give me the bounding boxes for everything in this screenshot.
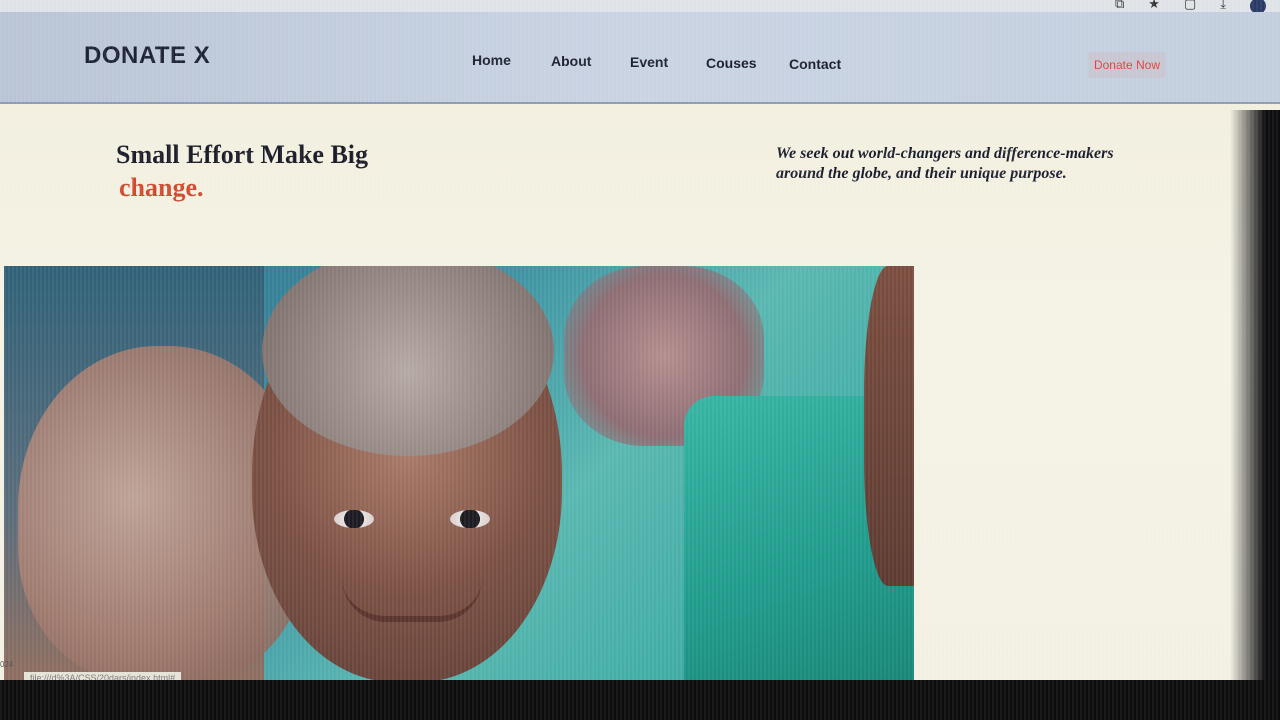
browser-toolbar: ⧉ ★ ▢ ⤓ [0,0,1280,14]
nav-contact-link[interactable]: Contact [789,56,841,72]
monitor-bezel-bottom [0,680,1280,720]
hero-title-line: Small Effort Make Big [116,140,369,169]
site-logo[interactable]: DONATE X [84,42,210,70]
photo-right-eye [450,510,490,528]
photo-left-eye [334,510,374,528]
nav-couses-link[interactable]: Couses [706,55,757,71]
nav-event-link[interactable]: Event [630,54,668,70]
side-label: 024 [0,660,14,669]
monitor-bezel-right [1230,110,1280,720]
nav-home-link[interactable]: Home [472,52,511,68]
hero-photo-smiling-child [4,266,914,682]
photo-smile [342,578,482,622]
hero-title-accent: change. [119,173,204,202]
hero-description: We seek out world-changers and differenc… [776,145,1114,182]
nav-about-link[interactable]: About [551,53,591,69]
donate-now-button[interactable]: Donate Now [1088,52,1166,78]
site-header: DONATE X Home About Event Couses Contact… [0,12,1280,104]
photo-right-person [864,266,914,586]
hero-section: Small Effort Make Big change. We seek ou… [0,104,1280,682]
hero-title: Small Effort Make Big change. [116,138,368,204]
